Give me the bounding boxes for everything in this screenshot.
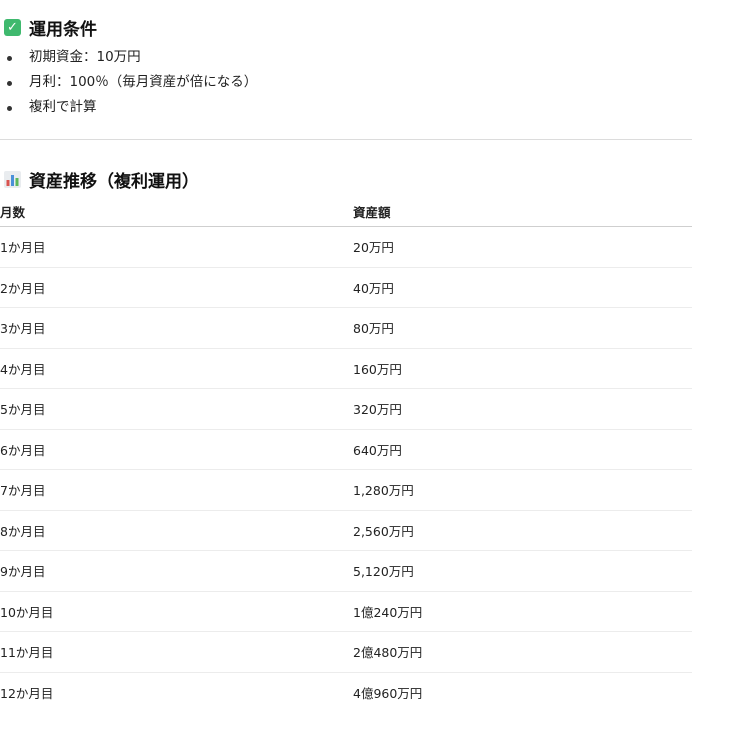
growth-heading-text: 資産推移（複利運用）: [29, 171, 199, 192]
month-cell: 10か月目: [0, 591, 353, 632]
conditions-list: 初期資金：10万円 月利：100％（毎月資産が倍になる） 複利で計算: [0, 45, 692, 120]
amount-cell: 640万円: [353, 429, 692, 470]
month-cell: 3か月目: [0, 307, 353, 349]
month-cell: 9か月目: [0, 550, 353, 592]
amount-cell: 40万円: [353, 267, 692, 308]
amount-cell: 320万円: [353, 388, 692, 430]
column-header-amount: 資産額: [353, 196, 692, 227]
check-icon: ✓: [4, 18, 21, 36]
table-row: 7か月目 1,280万円: [0, 469, 692, 511]
amount-cell: 160万円: [353, 348, 692, 389]
amount-cell: 1億240万円: [353, 591, 692, 632]
amount-cell: 20万円: [353, 226, 692, 268]
month-cell: 6か月目: [0, 429, 353, 470]
table-header-row: 月数 資産額: [0, 196, 692, 227]
table-row: 9か月目 5,120万円: [0, 550, 692, 592]
list-item: 月利：100％（毎月資産が倍になる）: [0, 70, 692, 95]
table-row: 6か月目 640万円: [0, 429, 692, 470]
column-header-month: 月数: [0, 196, 353, 227]
table-row: 5か月目 320万円: [0, 388, 692, 430]
amount-cell: 80万円: [353, 307, 692, 349]
table-row: 2か月目 40万円: [0, 267, 692, 308]
table-row: 1か月目 20万円: [0, 226, 692, 268]
month-cell: 5か月目: [0, 388, 353, 430]
table-row: 12か月目 4億960万円: [0, 672, 692, 712]
growth-heading: 資産推移（複利運用）: [4, 167, 692, 192]
table-row: 11か月目 2億480万円: [0, 631, 692, 673]
conditions-heading-text: 運用条件: [29, 19, 97, 40]
table-row: 10か月目 1億240万円: [0, 591, 692, 632]
table-row: 8か月目 2,560万円: [0, 510, 692, 551]
bar-chart-icon: [4, 170, 21, 188]
amount-cell: 1,280万円: [353, 469, 692, 511]
month-cell: 12か月目: [0, 685, 54, 701]
month-cell: 1か月目: [0, 226, 353, 268]
table-row: 4か月目 160万円: [0, 348, 692, 389]
asset-growth-table: 月数 資産額 1か月目 20万円 2か月目 40万円 3か月目 80万円 4か月…: [0, 196, 692, 712]
table-row: 3か月目 80万円: [0, 307, 692, 349]
month-cell: 11か月目: [0, 631, 353, 673]
conditions-heading: ✓ 運用条件: [4, 15, 692, 40]
amount-cell: 2,560万円: [353, 510, 692, 551]
amount-cell: 5,120万円: [353, 550, 692, 592]
amount-cell: 4億960万円: [353, 685, 423, 701]
list-item: 初期資金：10万円: [0, 45, 692, 70]
month-cell: 7か月目: [0, 469, 353, 511]
month-cell: 4か月目: [0, 348, 353, 389]
message-content: ✓ 運用条件 初期資金：10万円 月利：100％（毎月資産が倍になる） 複利で計…: [0, 0, 692, 712]
month-cell: 2か月目: [0, 267, 353, 308]
amount-cell: 2億480万円: [353, 631, 692, 673]
list-item: 複利で計算: [0, 95, 692, 120]
month-cell: 8か月目: [0, 510, 353, 551]
